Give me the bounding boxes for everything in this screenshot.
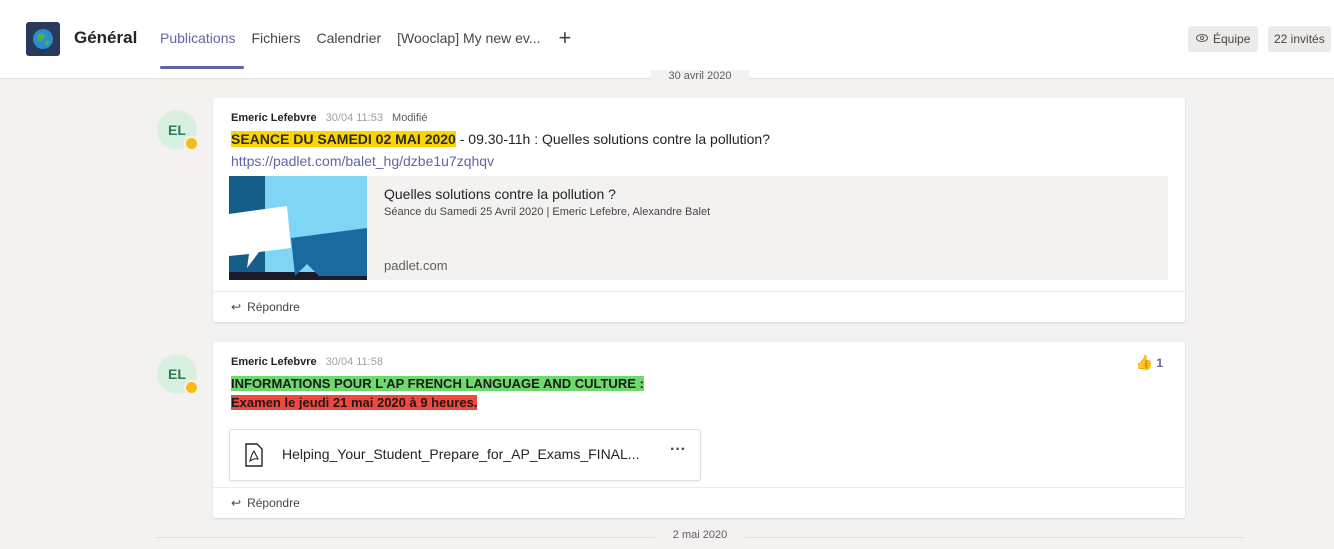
author-name[interactable]: Emeric Lefebvre	[231, 112, 317, 124]
add-tab-icon[interactable]: +	[559, 27, 572, 49]
avatar-initials: EL	[168, 122, 186, 138]
channel-header: Général Publications Fichiers Calendrier…	[0, 0, 1334, 79]
reply-button[interactable]: ↩ Répondre	[231, 496, 300, 510]
tab-files[interactable]: Fichiers	[252, 30, 301, 46]
message-header: Emeric Lefebvre 30/04 11:58	[231, 356, 383, 368]
message-card: Emeric Lefebvre 30/04 11:53 Modifié SEAN…	[213, 98, 1185, 322]
speech-bubble-thumbnail-icon	[229, 176, 367, 280]
file-name: Helping_Your_Student_Prepare_for_AP_Exam…	[282, 446, 640, 462]
author-name[interactable]: Emeric Lefebvre	[231, 356, 317, 368]
reply-bar: ↩ Répondre	[213, 291, 1185, 322]
tab-publications[interactable]: Publications	[160, 30, 236, 46]
avatar[interactable]: EL	[157, 110, 199, 151]
message-time: 30/04 11:53	[325, 112, 383, 124]
date-divider: 30 avril 2020	[155, 70, 1245, 86]
reply-label: Répondre	[247, 496, 300, 510]
away-status-icon	[184, 380, 199, 395]
guests-button[interactable]: 22 invités	[1268, 26, 1331, 52]
tab-wooclap[interactable]: [Wooclap] My new ev...	[397, 30, 540, 46]
team-button-label: Équipe	[1213, 32, 1251, 46]
tab-calendar[interactable]: Calendrier	[317, 30, 382, 46]
thumbs-up-icon: 👍	[1135, 354, 1154, 370]
channel-name: Général	[74, 28, 138, 47]
reply-bar: ↩ Répondre	[213, 487, 1185, 518]
channel-tabs: Publications Fichiers Calendrier [Woocla…	[160, 27, 572, 49]
preview-title: Quelles solutions contre la pollution ?	[384, 186, 616, 202]
like-reaction[interactable]: 👍 1	[1136, 354, 1163, 371]
padlet-link[interactable]: https://padlet.com/balet_hg/dzbe1u7zqhqv	[231, 153, 494, 169]
message-text: Examen le jeudi 21 mai 2020 à 9 heures.	[231, 394, 478, 410]
reply-arrow-icon: ↩	[231, 300, 242, 314]
highlighted-exam-line: Examen le jeudi 21 mai 2020 à 9 heures.	[231, 395, 478, 410]
away-status-icon	[184, 136, 199, 151]
message-card: Emeric Lefebvre 30/04 11:58 👍 1 INFORMAT…	[213, 342, 1185, 518]
date-divider: 2 mai 2020	[155, 529, 1245, 545]
highlighted-info-line: INFORMATIONS POUR L'AP FRENCH LANGUAGE A…	[231, 376, 644, 391]
edited-label: Modifié	[392, 112, 428, 124]
link-line: https://padlet.com/balet_hg/dzbe1u7zqhqv	[231, 153, 494, 169]
reply-arrow-icon: ↩	[231, 496, 242, 510]
team-logo-icon[interactable]	[26, 22, 60, 56]
date-label: 2 mai 2020	[654, 529, 746, 541]
link-preview-card[interactable]: Quelles solutions contre la pollution ? …	[229, 176, 1168, 280]
message-header: Emeric Lefebvre 30/04 11:53 Modifié	[231, 112, 428, 124]
file-attachment[interactable]: Helping_Your_Student_Prepare_for_AP_Exam…	[229, 429, 701, 481]
highlighted-heading: SEANCE DU SAMEDI 02 MAI 2020	[231, 131, 456, 147]
preview-domain: padlet.com	[384, 258, 448, 273]
message-body: - 09.30-11h : Quelles solutions contre l…	[455, 131, 770, 147]
pdf-file-icon	[245, 443, 263, 467]
date-label: 30 avril 2020	[650, 70, 750, 82]
more-options-icon[interactable]: ···	[670, 441, 686, 459]
team-button[interactable]: Équipe	[1188, 26, 1259, 52]
avatar[interactable]: EL	[157, 354, 199, 395]
reaction-count: 1	[1156, 355, 1163, 370]
avatar-initials: EL	[168, 366, 186, 382]
preview-description: Séance du Samedi 25 Avril 2020 | Emeric …	[384, 206, 711, 218]
eye-icon	[1196, 32, 1208, 46]
message-text: SEANCE DU SAMEDI 02 MAI 2020 - 09.30-11h…	[231, 131, 770, 147]
reply-label: Répondre	[247, 300, 300, 314]
reply-button[interactable]: ↩ Répondre	[231, 300, 300, 314]
active-tab-indicator	[160, 66, 244, 69]
message-time: 30/04 11:58	[325, 356, 383, 368]
message-text: INFORMATIONS POUR L'AP FRENCH LANGUAGE A…	[231, 375, 644, 391]
